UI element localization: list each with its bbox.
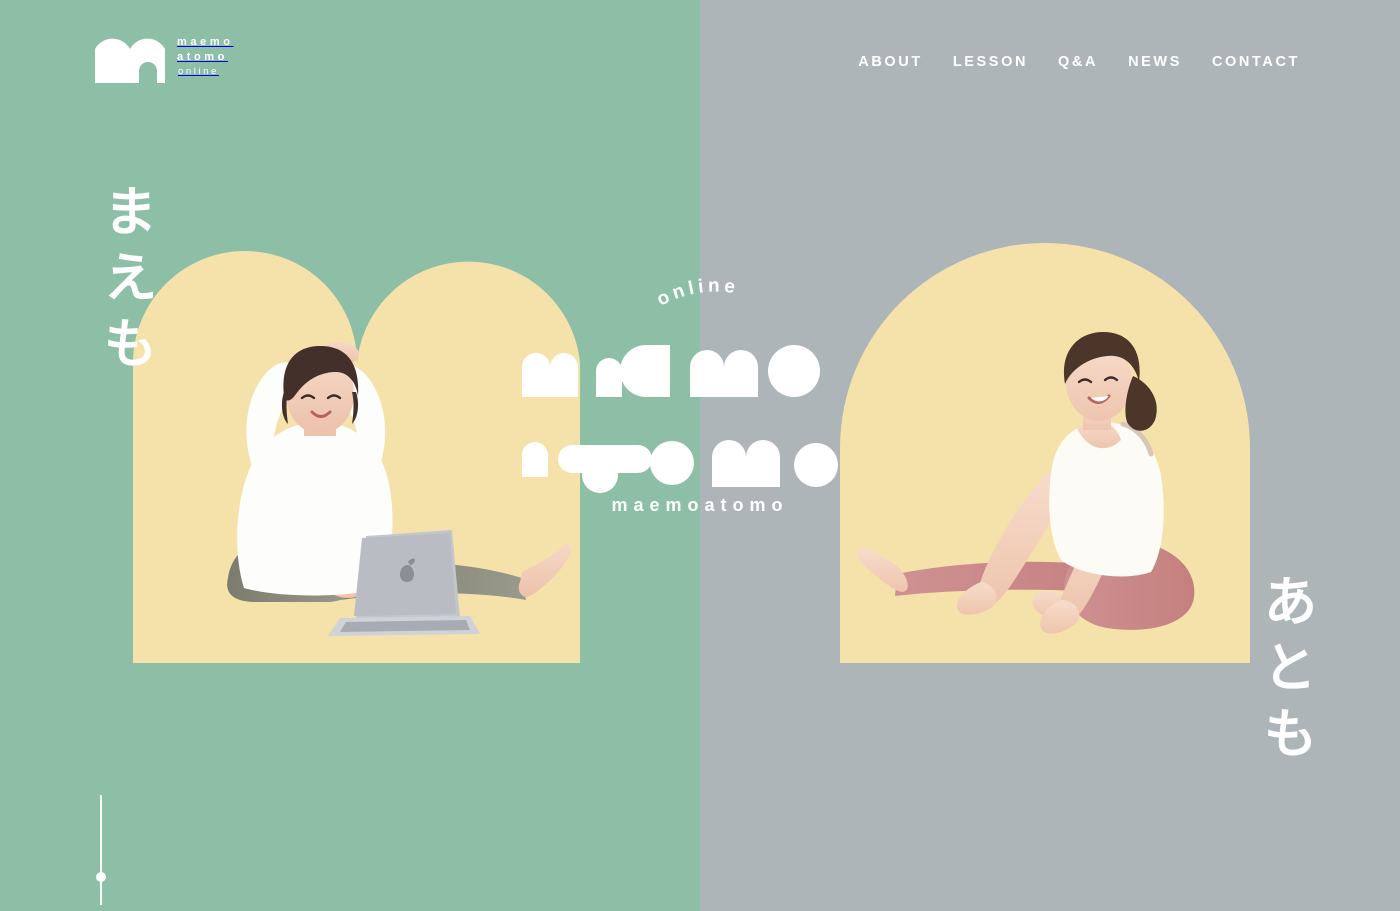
nav-item-news[interactable]: NEWS: [1128, 54, 1182, 70]
nav-item-lesson[interactable]: LESSON: [953, 54, 1028, 70]
brand-line-1: maemo: [177, 36, 234, 49]
scroll-down-indicator[interactable]: [96, 795, 106, 905]
brand-line-2: atomo: [177, 51, 228, 64]
logotype-arc-label: online: [654, 276, 741, 311]
vertical-text-atomo: あとも: [1255, 573, 1315, 771]
scroll-dot: [96, 872, 106, 882]
nav-item-about[interactable]: ABOUT: [858, 54, 923, 70]
logotype-caption: maemoatomo: [611, 495, 789, 515]
logotype-row-1: [522, 345, 820, 397]
brand-wordmark: maemo atomo online: [177, 35, 234, 77]
brand-logo-link[interactable]: maemo atomo online: [95, 29, 234, 83]
scroll-line: [100, 795, 102, 905]
logotype-row-2: [522, 440, 838, 493]
maemoatomo-arch-logo-icon: [95, 29, 165, 83]
hero-photo-right: [855, 330, 1245, 650]
nav-item-qa[interactable]: Q&A: [1058, 54, 1098, 70]
primary-navigation: ABOUT LESSON Q&A NEWS CONTACT: [858, 54, 1300, 70]
page-root: maemo atomo online ABOUT LESSON Q&A NEWS…: [0, 0, 1400, 911]
vertical-text-maemo: まえも: [95, 183, 155, 381]
site-header: maemo atomo online ABOUT LESSON Q&A NEWS…: [0, 0, 1400, 120]
brand-line-3: online: [178, 66, 219, 78]
nav-item-contact[interactable]: CONTACT: [1212, 54, 1300, 70]
